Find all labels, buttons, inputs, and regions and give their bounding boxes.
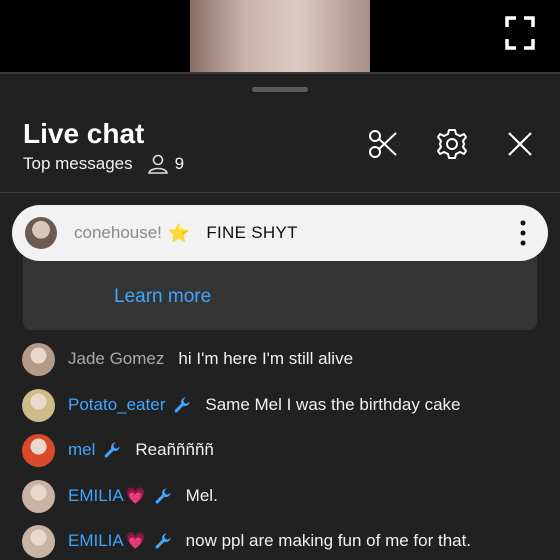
chat-message[interactable]: mel Reañññññ [22, 433, 552, 467]
chat-message-text: Mel. [185, 486, 218, 505]
avatar[interactable] [22, 524, 55, 558]
avatar[interactable] [22, 433, 55, 467]
close-icon[interactable] [504, 128, 536, 160]
video-frame [190, 0, 370, 72]
chat-message[interactable]: Potato_eater Same Mel I was the birthday … [22, 388, 552, 422]
avatar[interactable] [22, 342, 55, 376]
viewers-icon [147, 154, 168, 174]
avatar[interactable] [22, 479, 55, 513]
gear-icon[interactable] [436, 128, 468, 160]
chat-message[interactable]: EMILIA 💗 Mel. [22, 479, 552, 513]
chat-message-text: Same Mel I was the birthday cake [205, 395, 461, 414]
chat-title: Live chat [23, 118, 145, 149]
drag-handle[interactable] [252, 87, 308, 92]
moderator-wrench-icon [155, 533, 171, 549]
chat-author[interactable]: Jade Gomez [68, 349, 164, 369]
learn-more-link[interactable]: Learn more [114, 286, 211, 308]
avatar [25, 217, 57, 249]
more-options-icon[interactable] [520, 220, 526, 246]
heart-emoji: 💗 [125, 533, 146, 550]
chat-message-text: Reañññññ [135, 440, 214, 459]
pinned-author: conehouse! [74, 223, 162, 242]
moderator-wrench-icon [104, 442, 120, 458]
moderator-wrench-icon [155, 488, 171, 504]
pinned-message[interactable]: conehouse! ⭐ FINE SHYT [12, 205, 548, 261]
chat-mode-selector[interactable]: Top messages 9 [23, 154, 184, 174]
pinned-message-text: FINE SHYT [206, 223, 298, 242]
scissors-icon[interactable] [367, 128, 399, 160]
chat-author[interactable]: mel [68, 440, 95, 460]
heart-emoji: 💗 [125, 488, 146, 505]
video-player[interactable] [0, 0, 560, 72]
chat-author[interactable]: EMILIA [68, 486, 124, 506]
chat-message-text: now ppl are making fun of me for that. [185, 531, 472, 550]
chat-author[interactable]: EMILIA [68, 531, 124, 551]
chat-author[interactable]: Potato_eater [68, 395, 165, 415]
chat-mode-label: Top messages [23, 154, 133, 173]
star-icon: ⭐ [167, 222, 191, 243]
header-divider [0, 192, 560, 193]
fullscreen-icon[interactable] [505, 16, 535, 50]
chat-message[interactable]: Jade Gomez hi I'm here I'm still alive [22, 342, 552, 376]
chat-message[interactable]: EMILIA 💗 now ppl are making fun of me for … [22, 524, 552, 558]
viewer-count: 9 [174, 154, 185, 173]
avatar[interactable] [22, 388, 55, 422]
chat-message-text: hi I'm here I'm still alive [178, 349, 354, 368]
moderator-wrench-icon [174, 397, 190, 413]
